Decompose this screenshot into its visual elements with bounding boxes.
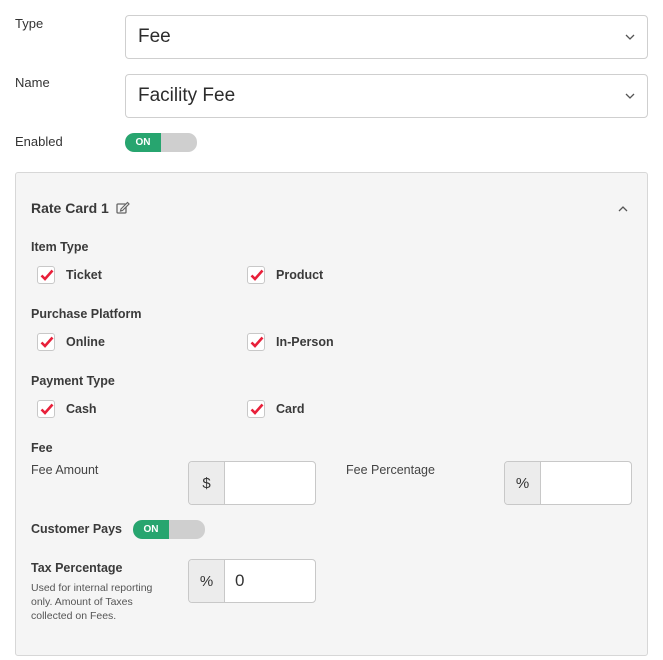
cash-checkbox[interactable]: [37, 400, 55, 418]
checkmark-icon: [40, 269, 54, 281]
customer-pays-toggle[interactable]: ON: [133, 520, 205, 539]
online-checkbox-label: Online: [66, 335, 105, 349]
ticket-checkbox[interactable]: [37, 266, 55, 284]
checkmark-icon: [250, 336, 264, 348]
edit-icon[interactable]: [116, 201, 130, 215]
card-checkbox[interactable]: [247, 400, 265, 418]
fee-heading: Fee: [31, 441, 53, 455]
in-person-checkbox-label: In-Person: [276, 335, 334, 349]
product-checkbox-label: Product: [276, 268, 324, 282]
rate-card-title: Rate Card 1: [31, 200, 109, 216]
rate-card-panel: Rate Card 1 Item Type Ticket Product Pur…: [15, 172, 648, 656]
chevron-down-icon: [625, 34, 635, 40]
fee-amount-label: Fee Amount: [31, 463, 99, 477]
chevron-down-icon: [625, 93, 635, 99]
fee-percentage-label: Fee Percentage: [346, 463, 435, 477]
enabled-toggle[interactable]: ON: [125, 133, 197, 152]
type-select[interactable]: Fee: [125, 15, 648, 59]
fee-amount-input-group: $: [188, 461, 316, 505]
checkmark-icon: [250, 403, 264, 415]
name-select-value: Facility Fee: [138, 85, 236, 106]
tax-percentage-input-group: % 0: [188, 559, 316, 603]
name-label: Name: [15, 75, 50, 90]
percent-addon: %: [189, 560, 225, 602]
in-person-checkbox[interactable]: [247, 333, 265, 351]
tax-percentage-label: Tax Percentage: [31, 561, 123, 575]
checkmark-icon: [40, 336, 54, 348]
fee-percentage-input-group: %: [504, 461, 632, 505]
purchase-platform-heading: Purchase Platform: [31, 307, 142, 321]
checkmark-icon: [250, 269, 264, 281]
online-checkbox[interactable]: [37, 333, 55, 351]
type-label: Type: [15, 16, 44, 31]
product-checkbox[interactable]: [247, 266, 265, 284]
item-type-heading: Item Type: [31, 240, 89, 254]
ticket-checkbox-label: Ticket: [66, 268, 102, 282]
type-select-value: Fee: [138, 26, 171, 47]
tax-percentage-help: Used for internal reporting only. Amount…: [31, 582, 153, 622]
cash-checkbox-label: Cash: [66, 402, 97, 416]
enabled-toggle-on: ON: [125, 133, 161, 152]
fee-percentage-input[interactable]: [540, 462, 631, 504]
dollar-addon: $: [189, 462, 225, 504]
enabled-label: Enabled: [15, 134, 63, 149]
customer-pays-label: Customer Pays: [31, 522, 123, 536]
chevron-up-icon[interactable]: [618, 204, 628, 214]
name-select[interactable]: Facility Fee: [125, 74, 648, 118]
tax-percentage-input[interactable]: 0: [224, 560, 315, 602]
percent-addon: %: [505, 462, 541, 504]
checkmark-icon: [40, 403, 54, 415]
customer-pays-toggle-on: ON: [133, 520, 169, 539]
fee-amount-input[interactable]: [224, 462, 315, 504]
payment-type-heading: Payment Type: [31, 374, 115, 388]
card-checkbox-label: Card: [276, 402, 305, 416]
